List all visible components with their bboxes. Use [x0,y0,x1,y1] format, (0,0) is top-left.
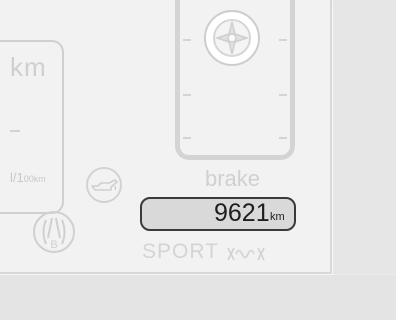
bottom-bezel [0,275,396,320]
svg-text:B: B [50,239,57,251]
oil-can-icon [86,167,122,203]
sport-mode-label: SPORT [142,240,219,263]
sport-spring-icon [227,247,265,261]
brake-wheel-icon [204,10,260,66]
odometer-value: 9621 [214,199,270,227]
brake-label: brake [205,166,261,191]
gauge-unit-label: km [10,52,47,82]
consumption-unit-label: l/100km [10,170,46,185]
parking-brake-icon: B [33,211,75,253]
right-bezel [333,0,396,274]
odometer-unit: km [270,211,285,223]
gauge-tick [10,130,20,132]
